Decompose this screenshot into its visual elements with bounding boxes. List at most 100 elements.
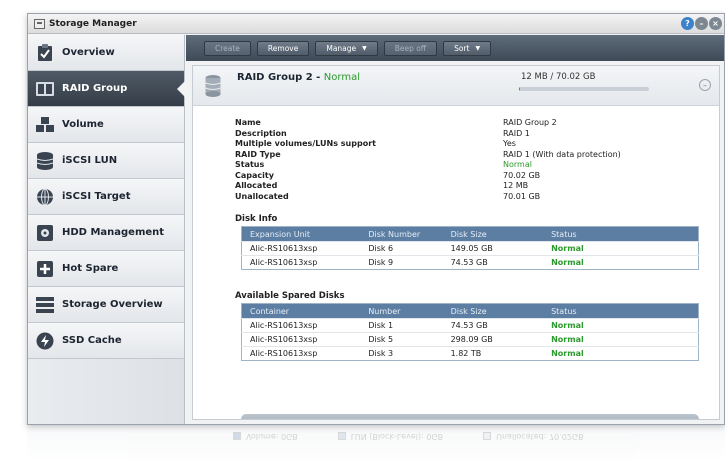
reflected-legend-unallocated: Unallocated: 70.02GB (483, 432, 584, 441)
table-header-row: Container Number Disk Size Status (241, 303, 699, 319)
close-icon[interactable]: × (709, 17, 722, 30)
reflected-unallocated-swatch (483, 432, 492, 441)
disk-info-table: Expansion Unit Disk Number Disk Size Status… (241, 226, 699, 270)
main-content: Create Remove Manage ▼ Beep off Sort ▼ RAI… (186, 35, 724, 424)
sidebar-item-label: iSCSI Target (62, 191, 131, 202)
table-cell: 149.05 GB (442, 241, 544, 256)
table-row[interactable]: Alic-RS10613xsp Disk 5 298.09 GB Normal (241, 332, 699, 347)
property-key: Status (235, 160, 265, 169)
volume-cubes-icon (36, 116, 54, 134)
property-row: Status Normal (235, 160, 665, 171)
raid-group-status: Normal (323, 72, 360, 83)
sidebar-item-hot-spare[interactable]: Hot Spare (28, 251, 184, 287)
spared-disks-table: Container Number Disk Size Status Alic-RS106… (241, 303, 699, 361)
remove-button[interactable]: Remove (256, 40, 310, 56)
reflected-legend-unallocated-label: Unallocated: 70.02GB (496, 432, 584, 441)
property-key: RAID Type (235, 149, 281, 159)
column-header[interactable]: Expansion Unit (241, 226, 361, 242)
database-icon (36, 151, 54, 170)
property-key: Name (235, 118, 261, 127)
table-cell: Normal (543, 346, 699, 361)
manage-button-label: Manage (326, 43, 357, 53)
property-value: 70.02 GB (503, 170, 541, 180)
window-reflection: Volume: 0GB LUN (Block-Level): 0GB Unall… (27, 426, 725, 462)
reflected-legend-lun-label: LUN (Block-Level): 0GB (350, 432, 444, 441)
table-cell: 74.53 GB (442, 318, 544, 333)
reflected-legend-volume-label: Volume: 0GB (246, 432, 298, 441)
property-value: RAID 1 (With data protection) (503, 149, 621, 159)
help-icon[interactable]: ? (681, 17, 694, 30)
sidebar-item-raid-group[interactable]: RAID Group (28, 71, 185, 107)
sidebar-item-iscsi-target[interactable]: iSCSI Target (28, 179, 184, 215)
manage-button[interactable]: Manage ▼ (315, 40, 378, 56)
column-header[interactable]: Status (543, 303, 699, 319)
raid-group-header[interactable]: RAID Group 2 - Normal 12 MB / 70.02 GB – (193, 66, 719, 106)
property-key: Multiple volumes/LUNs support (235, 139, 376, 148)
table-cell: Normal (543, 318, 699, 333)
disk-info-title: Disk Info (235, 214, 278, 224)
chevron-down-icon: ▼ (362, 44, 367, 52)
create-button[interactable]: Create (204, 40, 251, 56)
property-row: Unallocated 70.01 GB (235, 192, 665, 203)
table-row[interactable]: Alic-RS10613xsp Disk 3 1.82 TB Normal (241, 346, 699, 361)
clipboard-check-icon (36, 43, 54, 62)
table-row[interactable]: Alic-RS10613xsp Disk 6 149.05 GB Normal (241, 241, 699, 256)
sidebar-item-label: Storage Overview (62, 299, 163, 310)
sidebar-item-label: HDD Management (62, 227, 165, 238)
table-cell: Disk 3 (360, 346, 443, 361)
column-header[interactable]: Disk Number (360, 226, 443, 242)
table-cell: Normal (543, 255, 699, 270)
storage-stack-icon (36, 296, 54, 314)
sidebar-item-hdd-management[interactable]: HDD Management (28, 215, 184, 251)
table-cell: Disk 9 (360, 255, 443, 270)
table-cell: Disk 6 (360, 241, 443, 256)
column-header[interactable]: Disk Size (442, 303, 544, 319)
table-row[interactable]: Alic-RS10613xsp Disk 9 74.53 GB Normal (241, 255, 699, 270)
hdd-icon (36, 224, 54, 242)
column-header[interactable]: Status (543, 226, 699, 242)
disk-stack-icon (205, 75, 221, 97)
reflected-volume-swatch (233, 432, 241, 441)
column-header[interactable]: Disk Size (442, 226, 544, 242)
chevron-down-icon: ▼ (475, 44, 481, 52)
beep-off-button[interactable]: Beep off (383, 40, 438, 56)
table-cell: Disk 1 (360, 318, 443, 333)
sidebar-item-ssd-cache[interactable]: SSD Cache (28, 323, 184, 359)
property-value: 12 MB (503, 181, 529, 190)
reflected-legend: Volume: 0GB LUN (Block-Level): 0GB Unall… (233, 432, 584, 441)
column-header[interactable]: Container (241, 303, 361, 319)
property-key: Capacity (235, 170, 274, 180)
table-row[interactable]: Alic-RS10613xsp Disk 1 74.53 GB Normal (241, 318, 699, 333)
sidebar-item-label: iSCSI LUN (62, 155, 118, 166)
plus-box-icon (36, 260, 54, 278)
sort-button[interactable]: Sort ▼ (443, 40, 492, 56)
sidebar-item-iscsi-lun[interactable]: iSCSI LUN (28, 143, 184, 179)
sidebar-item-label: RAID Group (62, 83, 128, 94)
properties-list: Name RAID Group 2 Description RAID 1 Multipl… (235, 118, 665, 202)
minimize-icon[interactable]: – (695, 17, 708, 30)
collapse-icon[interactable]: – (699, 79, 711, 91)
sidebar-item-overview[interactable]: Overview (28, 35, 184, 71)
window-controls: ? – × (681, 17, 722, 30)
property-row: Capacity 70.02 GB (235, 171, 665, 182)
sidebar-item-storage-overview[interactable]: Storage Overview (28, 287, 184, 323)
window-title: Storage Manager (49, 18, 137, 29)
property-row: Name RAID Group 2 (235, 118, 665, 129)
property-key: Description (235, 128, 287, 138)
table-cell: 298.09 GB (442, 332, 544, 347)
globe-icon (36, 188, 54, 206)
column-header[interactable]: Number (360, 303, 443, 319)
title-bar: Storage Manager ? – × (28, 14, 724, 34)
usage-bar-fill (519, 87, 520, 91)
toolbar: Create Remove Manage ▼ Beep off Sort ▼ (186, 35, 724, 61)
storage-manager-app-icon (34, 18, 45, 29)
sidebar-item-volume[interactable]: Volume (28, 107, 184, 143)
property-key: Unallocated (235, 191, 289, 201)
sidebar-item-label: Overview (62, 47, 115, 58)
reflected-lun-swatch (337, 432, 346, 441)
usage-text: 12 MB / 70.02 GB (521, 72, 596, 82)
usage-bar (519, 87, 649, 91)
lightning-icon (36, 332, 54, 350)
property-row: RAID Type RAID 1 (With data protection) (235, 150, 665, 161)
property-key: Allocated (235, 181, 278, 190)
